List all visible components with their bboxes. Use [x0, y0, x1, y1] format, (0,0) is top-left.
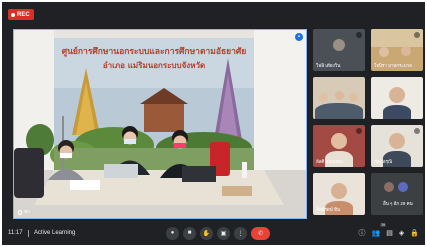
activities-icon[interactable]: ◈	[399, 229, 404, 237]
avatar	[379, 47, 389, 57]
end-call-icon[interactable]: ✆	[251, 226, 270, 240]
participant-tile[interactable]: ก้อง อรุณิ	[371, 125, 423, 167]
main-tile-label: พร	[18, 208, 30, 216]
meet-window: REC ศูนย์การศึกษานอกระบบและการศึกษาตามอั…	[2, 2, 425, 245]
main-video-tile[interactable]: ศูนย์การศึกษานอกระบบและการศึกษาตามอัธยาศ…	[13, 29, 307, 219]
banner-line-1: ศูนย์การศึกษานอกระบบและการศึกษาตามอัธยาศ…	[62, 46, 247, 57]
avatar	[389, 87, 405, 103]
participant-name: ลีลศิ ผลปนทน	[316, 159, 343, 164]
presenter-name: พร	[24, 209, 30, 215]
banner-line-2: อำเภอ แม่ริมนอกระบบจังหวัด	[103, 61, 205, 70]
avatar	[401, 46, 411, 56]
participant-tile[interactable]: ใฟลิ เตียงวิน	[313, 29, 365, 71]
bottom-bar: 11:17 Active Learning ● ■ ✋ ▣ ⋮ ✆ ⓘ 👥 39 …	[2, 221, 425, 245]
divider	[28, 229, 29, 237]
present-icon[interactable]: ▣	[217, 226, 230, 240]
muted-mic-icon	[356, 128, 362, 134]
people-icon[interactable]: 👥 39	[372, 223, 387, 237]
avatar	[389, 133, 405, 149]
participant-tile[interactable]: สิทธิรัตน์ ทิม	[313, 173, 365, 215]
avatar	[319, 93, 328, 102]
participant-tile[interactable]: ลีลศิ ผลปนทน	[313, 125, 365, 167]
participant-count-badge: 39	[380, 223, 387, 227]
clock: 11:17	[8, 230, 23, 236]
mic-icon[interactable]: ●	[166, 226, 179, 240]
muted-mic-icon	[414, 32, 420, 38]
others-tile[interactable]: อื่น ๆ อีก 29 คน	[371, 173, 423, 215]
participant-tile[interactable]: ใจนิรา บาลกระบาล	[371, 29, 423, 71]
avatar	[349, 93, 358, 102]
avatar	[335, 91, 344, 100]
hand-icon[interactable]: ✋	[200, 226, 213, 240]
more-icon[interactable]: ⋮	[234, 226, 247, 240]
right-controls: ⓘ 👥 39 ▤ ◈ 🔒	[359, 223, 419, 238]
classroom-scene: ศูนย์การศึกษานอกระบบและการศึกษาตามอัธยาศ…	[14, 30, 306, 218]
avatar	[331, 133, 347, 149]
muted-mic-icon	[414, 128, 420, 134]
recording-label: REC	[17, 11, 30, 18]
avatar	[398, 182, 408, 192]
participant-tile[interactable]	[371, 77, 423, 119]
avatar	[384, 182, 394, 192]
record-dot-icon	[11, 12, 15, 17]
others-count-label: อื่น ๆ อีก 29 คน	[383, 201, 413, 206]
avatar	[333, 39, 345, 51]
chat-icon[interactable]: ▤	[386, 229, 393, 237]
participant-name: ใจนิรา บาลกระบาล	[374, 63, 412, 68]
recording-badge: REC	[8, 9, 34, 20]
camera-icon[interactable]: ■	[183, 226, 196, 240]
participant-name: ใฟลิ เตียงวิน	[316, 63, 341, 68]
info-icon[interactable]: ⓘ	[359, 228, 366, 238]
meeting-title: Active Learning	[34, 230, 76, 236]
participant-name: ก้อง อรุณิ	[374, 159, 393, 164]
avatar	[331, 183, 347, 199]
lock-icon[interactable]: 🔒	[410, 229, 419, 237]
participant-tile[interactable]	[313, 77, 365, 119]
call-controls: ● ■ ✋ ▣ ⋮ ✆	[166, 226, 270, 240]
pin-icon[interactable]: ▪	[295, 33, 303, 41]
participant-name: สิทธิรัตน์ ทิม	[316, 207, 341, 212]
mic-indicator-icon	[18, 209, 22, 215]
muted-mic-icon	[356, 32, 362, 38]
